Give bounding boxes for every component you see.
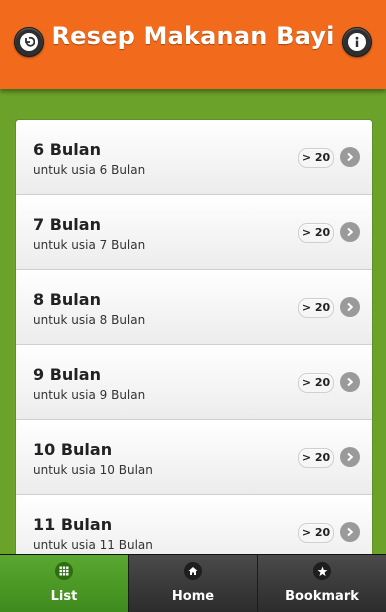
item-subtitle: untuk usia 8 Bulan	[33, 313, 146, 327]
item-title: 8 Bulan	[33, 290, 101, 309]
chevron-right-icon	[340, 297, 360, 317]
tab-label: Bookmark	[285, 589, 359, 604]
grid-icon	[55, 562, 73, 580]
list-item[interactable]: 9 Bulan untuk usia 9 Bulan > 20	[16, 345, 372, 420]
count-badge: > 20	[298, 298, 334, 318]
item-subtitle: untuk usia 10 Bulan	[33, 463, 153, 477]
item-subtitle: untuk usia 6 Bulan	[33, 163, 146, 177]
item-title: 7 Bulan	[33, 215, 101, 234]
app-header: Resep Makanan Bayi	[0, 0, 386, 89]
chevron-right-icon	[340, 447, 360, 467]
count-badge: > 20	[298, 373, 334, 393]
tab-home[interactable]: Home	[128, 555, 257, 612]
bottom-tab-bar: List Home Bookmark	[0, 554, 386, 612]
list-item[interactable]: 6 Bulan untuk usia 6 Bulan > 20	[16, 120, 372, 195]
item-title: 6 Bulan	[33, 140, 101, 159]
chevron-right-icon	[340, 372, 360, 392]
chevron-right-icon	[340, 222, 360, 242]
info-icon	[348, 33, 366, 51]
item-subtitle: untuk usia 11 Bulan	[33, 538, 153, 552]
chevron-right-icon	[340, 522, 360, 542]
item-title: 10 Bulan	[33, 440, 113, 459]
age-list: 6 Bulan untuk usia 6 Bulan > 20 7 Bulan …	[15, 119, 373, 555]
list-item[interactable]: 11 Bulan untuk usia 11 Bulan > 20	[16, 495, 372, 555]
list-item[interactable]: 8 Bulan untuk usia 8 Bulan > 20	[16, 270, 372, 345]
count-badge: > 20	[298, 448, 334, 468]
chevron-right-icon	[340, 147, 360, 167]
count-badge: > 20	[298, 523, 334, 543]
list-item[interactable]: 10 Bulan untuk usia 10 Bulan > 20	[16, 420, 372, 495]
home-icon	[184, 562, 202, 580]
item-subtitle: untuk usia 7 Bulan	[33, 238, 146, 252]
count-badge: > 20	[298, 223, 334, 243]
star-icon	[313, 562, 331, 580]
item-title: 9 Bulan	[33, 365, 101, 384]
tab-label: List	[50, 589, 78, 604]
page-title: Resep Makanan Bayi	[51, 22, 335, 50]
tab-list[interactable]: List	[0, 555, 128, 612]
count-badge: > 20	[298, 148, 334, 168]
tab-label: Home	[171, 589, 215, 604]
item-subtitle: untuk usia 9 Bulan	[33, 388, 146, 402]
info-button[interactable]	[342, 27, 372, 57]
list-item[interactable]: 7 Bulan untuk usia 7 Bulan > 20	[16, 195, 372, 270]
item-title: 11 Bulan	[33, 515, 113, 534]
tab-bookmark[interactable]: Bookmark	[257, 555, 386, 612]
